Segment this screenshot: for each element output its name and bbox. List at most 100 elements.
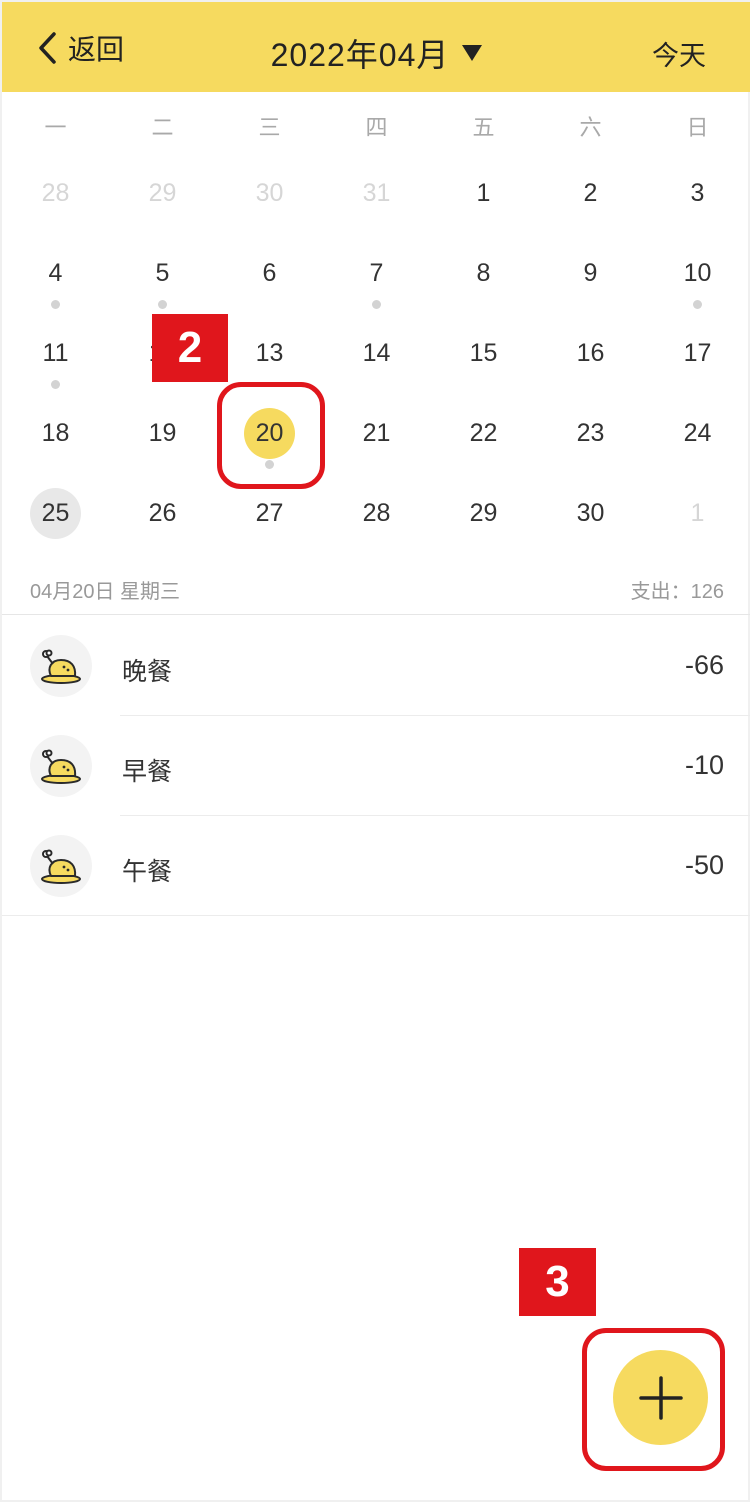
calendar-day[interactable]: 17 bbox=[644, 314, 750, 394]
entry-amount: -10 bbox=[684, 750, 724, 780]
weekday-header: 一二三四五六日 bbox=[2, 110, 750, 142]
step-2-marker: 2 bbox=[152, 314, 228, 382]
category-icon-wrap bbox=[30, 835, 92, 897]
step-3-marker: 3 bbox=[519, 1248, 596, 1316]
entry-dot bbox=[372, 300, 381, 309]
day-number: 13 bbox=[255, 339, 284, 367]
app-frame: 返回 2022年04月 今天 一二三四五六日 28 29 30 31 1 2 3 4 5 6 7 8 9… bbox=[0, 0, 750, 1502]
entry-amount: -66 bbox=[684, 650, 724, 680]
weekday-label: 五 bbox=[472, 115, 495, 140]
calendar-day[interactable]: 30 bbox=[537, 474, 644, 554]
day-number: 30 bbox=[576, 499, 605, 527]
top-bar: 返回 2022年04月 今天 bbox=[2, 2, 750, 92]
day-number: 29 bbox=[148, 179, 177, 207]
entry-label: 早餐 bbox=[122, 758, 173, 786]
calendar-day[interactable]: 6 bbox=[216, 234, 323, 314]
day-number: 1 bbox=[476, 179, 491, 207]
calendar-day[interactable]: 7 bbox=[323, 234, 430, 314]
calendar-day[interactable]: 29 bbox=[109, 154, 216, 234]
calendar-day[interactable]: 11 bbox=[2, 314, 109, 394]
day-number: 16 bbox=[576, 339, 605, 367]
day-number: 23 bbox=[576, 419, 605, 447]
today-button[interactable]: 今天 bbox=[652, 34, 706, 73]
calendar-day[interactable]: 18 bbox=[2, 394, 109, 474]
calendar-day[interactable]: 19 bbox=[109, 394, 216, 474]
weekday-label: 六 bbox=[579, 115, 602, 140]
calendar-day[interactable]: 3 bbox=[644, 154, 750, 234]
calendar-day[interactable]: 15 bbox=[430, 314, 537, 394]
selected-date: 04月20日 星期三 bbox=[30, 581, 181, 603]
calendar-day[interactable]: 21 bbox=[323, 394, 430, 474]
calendar-day[interactable]: 16 bbox=[537, 314, 644, 394]
day-summary: 04月20日 星期三 支出：126 bbox=[2, 567, 750, 615]
chicken-icon bbox=[41, 849, 81, 884]
entry-row[interactable]: 晚餐 -66 bbox=[2, 616, 750, 716]
day-number: 14 bbox=[362, 339, 391, 367]
weekday-label: 三 bbox=[258, 115, 281, 140]
calendar-day[interactable]: 1 bbox=[430, 154, 537, 234]
day-number: 8 bbox=[476, 259, 491, 287]
calendar-day[interactable]: 22 bbox=[430, 394, 537, 474]
entry-dot bbox=[51, 300, 60, 309]
calendar-day[interactable]: 4 bbox=[2, 234, 109, 314]
calendar-day[interactable]: 31 bbox=[323, 154, 430, 234]
calendar-day[interactable]: 5 bbox=[109, 234, 216, 314]
calendar-day[interactable]: 29 bbox=[430, 474, 537, 554]
day-number: 28 bbox=[41, 179, 70, 207]
entry-amount: -50 bbox=[684, 850, 724, 880]
day-number: 17 bbox=[683, 339, 712, 367]
day-number: 15 bbox=[469, 339, 498, 367]
day-number: 11 bbox=[42, 339, 69, 367]
weekday-label: 日 bbox=[686, 115, 709, 140]
day-number: 7 bbox=[369, 259, 384, 287]
weekday-label: 四 bbox=[365, 115, 388, 140]
day-number: 30 bbox=[255, 179, 284, 207]
calendar-day[interactable]: 30 bbox=[216, 154, 323, 234]
month-title: 2022年04月 bbox=[270, 37, 450, 73]
chicken-icon bbox=[41, 749, 81, 784]
calendar-day[interactable]: 28 bbox=[2, 154, 109, 234]
calendar-day[interactable]: 28 bbox=[323, 474, 430, 554]
day-number: 22 bbox=[469, 419, 498, 447]
entry-dot bbox=[51, 380, 60, 389]
calendar-day[interactable]: 1 bbox=[644, 474, 750, 554]
entry-label: 午餐 bbox=[122, 858, 173, 886]
day-number: 19 bbox=[148, 419, 177, 447]
chicken-icon bbox=[41, 649, 81, 684]
day-number: 5 bbox=[155, 259, 170, 287]
day-number: 24 bbox=[683, 419, 712, 447]
month-picker[interactable]: 2022年04月 bbox=[271, 30, 484, 76]
weekday-label: 二 bbox=[151, 115, 174, 140]
calendar-day[interactable]: 10 bbox=[644, 234, 750, 314]
triangle-down-icon bbox=[462, 45, 483, 61]
calendar-day[interactable]: 23 bbox=[537, 394, 644, 474]
calendar-day[interactable]: 25 bbox=[2, 474, 109, 554]
entry-dot bbox=[158, 300, 167, 309]
day-number: 1 bbox=[690, 499, 705, 527]
entry-dot bbox=[693, 300, 702, 309]
day-number: 28 bbox=[362, 499, 391, 527]
day-number: 29 bbox=[469, 499, 498, 527]
day-number: 18 bbox=[41, 419, 70, 447]
day-number: 31 bbox=[362, 179, 391, 207]
weekday-label: 一 bbox=[44, 115, 67, 140]
calendar-day[interactable]: 2 bbox=[537, 154, 644, 234]
category-icon-wrap bbox=[30, 635, 92, 697]
calendar-day[interactable]: 14 bbox=[323, 314, 430, 394]
calendar-day[interactable]: 26 bbox=[109, 474, 216, 554]
day-number: 26 bbox=[148, 499, 177, 527]
spend-total: 支出：126 bbox=[630, 581, 724, 603]
add-entry-button[interactable] bbox=[613, 1350, 708, 1445]
day-number: 3 bbox=[690, 179, 705, 207]
calendar-day[interactable]: 24 bbox=[644, 394, 750, 474]
day-number: 2 bbox=[583, 179, 598, 207]
entry-row[interactable]: 早餐 -10 bbox=[2, 716, 750, 816]
plus-icon bbox=[638, 1375, 683, 1420]
entry-row[interactable]: 午餐 -50 bbox=[2, 816, 750, 916]
category-icon-wrap bbox=[30, 735, 92, 797]
entry-label: 晚餐 bbox=[122, 658, 173, 686]
day-number: 27 bbox=[255, 499, 284, 527]
day-number: 4 bbox=[48, 259, 63, 287]
calendar-day[interactable]: 9 bbox=[537, 234, 644, 314]
calendar-day[interactable]: 8 bbox=[430, 234, 537, 314]
